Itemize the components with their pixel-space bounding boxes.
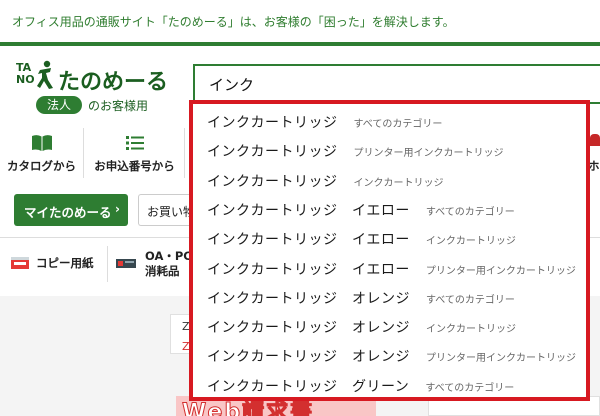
category-oa-pc-sublabel: 消耗品 [145,264,180,278]
suggestion-keyword: インクカートリッジ オレンジ [207,349,410,366]
suggestion-category: すべてのカテゴリー [425,382,515,394]
category-divider [107,246,108,282]
suggestion-category: すべてのカテゴリー [425,206,515,218]
suggestion-item[interactable]: インクカートリッジ グリーン すべてのカテゴリー [207,371,587,400]
suggestion-keyword: インクカートリッジ [207,173,338,190]
suggestion-keyword: インクカートリッジ イエロー [207,202,410,219]
nav-order-number-label: お申込番号から [94,159,175,173]
logo-name: たのめーる [58,70,169,95]
suggestion-item[interactable]: インクカートリッジ イエロー プリンター用インクカートリッジ [207,254,587,283]
suggestion-item[interactable]: インクカートリッジ オレンジ すべてのカテゴリー [207,283,587,312]
shopping-label: お買い物 [147,205,196,219]
nav-catalog[interactable]: カタログから [0,128,84,178]
suggestion-keyword: インクカートリッジ イエロー [207,232,410,249]
site-tagline: オフィス用品の通販サイト「たのめーる」は、お客様の「困った」を解決します。 [12,15,455,29]
suggestion-category: すべてのカテゴリー [353,119,443,130]
suggestion-keyword: インクカートリッジ オレンジ [207,320,410,337]
header-divider [0,42,600,46]
search-input[interactable] [209,75,589,93]
search-box[interactable] [193,64,600,104]
suggestion-item[interactable]: インクカートリッジ イエロー すべてのカテゴリー [207,195,587,224]
suggestion-category: インクカートリッジ [426,324,516,336]
my-tanomeru-label: マイたのめーる [24,205,112,220]
nav-right-icon [590,134,600,146]
category-copy-paper-label: コピー用紙 [36,256,94,270]
list-icon [125,136,144,150]
suggestion-item[interactable]: インクカートリッジ イエロー インクカートリッジ [207,224,587,253]
running-figure-icon [37,60,53,89]
book-icon [31,135,52,151]
chevron-right-icon: › [115,202,120,216]
suggestion-item[interactable]: インクカートリッジ すべてのカテゴリー [207,107,587,136]
my-tanomeru-button[interactable]: マイたのめーる › [14,194,128,226]
site-logo[interactable]: TA NO たのめーる 法人 のお客様用 [14,58,184,118]
suggestion-category: プリンター用インクカートリッジ [426,353,576,365]
logo-no: NO [16,73,35,86]
suggestion-keyword: インクカートリッジ [207,144,338,161]
quick-nav: カタログから お申込番号から [0,128,190,178]
suggestion-keyword: インクカートリッジ グリーン [207,378,410,395]
nav-catalog-label: カタログから [7,159,76,173]
corporate-badge: 法人 [36,96,82,114]
suggestion-keyword: インクカートリッジ オレンジ [207,290,410,307]
category-copy-paper[interactable]: コピー用紙 [10,250,110,278]
suggestion-item[interactable]: インクカートリッジ プリンター用インクカートリッジ [207,136,587,165]
suggestion-category: すべてのカテゴリー [426,294,515,306]
suggestion-keyword: インクカートリッジ イエロー [207,261,410,278]
search-suggestions: インクカートリッジ すべてのカテゴリー インクカートリッジ プリンター用インクカートリ… [189,100,590,401]
ink-cartridge-icon [116,259,136,268]
logo-ta: TA [16,61,32,74]
suggestion-category: インクカートリッジ [353,177,444,189]
suggestion-category: プリンター用インクカートリッジ [425,265,576,277]
top-notice: オフィス用品の通販サイト「たのめーる」は、お客様の「困った」を解決します。 [0,0,600,42]
suggestion-item[interactable]: インクカートリッジ インクカートリッジ [207,166,587,195]
suggestion-item[interactable]: インクカートリッジ オレンジ インクカートリッジ [207,312,587,341]
suggestion-category: プリンター用インクカートリッジ [353,148,504,160]
suggestion-category: インクカートリッジ [425,236,516,248]
suggestion-item[interactable]: インクカートリッジ オレンジ プリンター用インクカートリッジ [207,341,587,370]
nav-order-number[interactable]: お申込番号から [85,128,185,178]
suggestion-keyword: インクカートリッジ [207,115,338,131]
category-oa-pc[interactable]: OA・PC 消耗品 [115,246,195,282]
paper-ream-icon [11,257,29,269]
logo-subtitle: のお客様用 [88,99,149,113]
category-oa-pc-label: OA・PC [145,249,192,263]
